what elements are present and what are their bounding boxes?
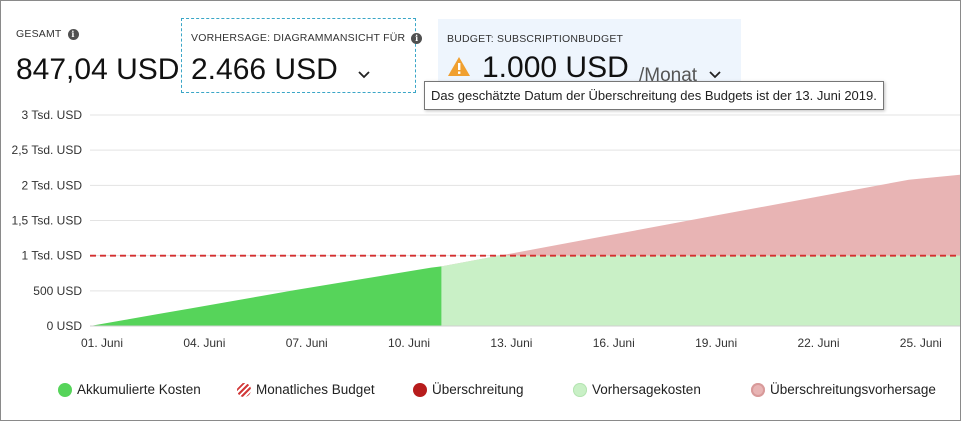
info-icon[interactable]: i — [67, 28, 79, 40]
forecast-kpi-card[interactable]: VORHERSAGE: DIAGRAMMANSICHT FÜR i 2.466 … — [181, 18, 423, 93]
x-tick-label: 25. Juni — [900, 336, 942, 350]
y-tick-label: 1,5 Tsd. USD — [12, 214, 83, 228]
legend-label: Überschreitung — [432, 382, 524, 397]
forecast-kpi-label: VORHERSAGE: DIAGRAMMANSICHT FÜR i — [191, 32, 423, 44]
budget-kpi-label: BUDGET: SUBSCRIPTIONBUDGET — [447, 33, 623, 45]
legend-label: Akkumulierte Kosten — [77, 382, 201, 397]
budget-label-text: BUDGET: SUBSCRIPTIONBUDGET — [447, 33, 624, 45]
legend-label: Vorhersagekosten — [592, 382, 701, 397]
y-tick-label: 0 USD — [47, 319, 83, 333]
legend-item-overage-forecast[interactable]: Überschreitungsvorhersage — [751, 382, 936, 397]
legend-item-accumulated-costs[interactable]: Akkumulierte Kosten — [58, 382, 201, 397]
cost-forecast-chart: 0 USD 500 USD 1 Tsd. USD 1,5 Tsd. USD 2 Tsd.… — [12, 108, 960, 350]
x-tick-label: 04. Juni — [183, 336, 225, 350]
cost-analysis-panel: GESAMT i 847,04 USD VORHERSAGE: DIAGRAMM… — [0, 0, 961, 421]
total-kpi-label: GESAMT i — [16, 28, 79, 40]
x-tick-label: 01. Juni — [81, 336, 123, 350]
legend-swatch-accumulated — [58, 382, 72, 397]
warning-icon — [448, 57, 470, 76]
total-kpi-value: 847,04 USD — [16, 53, 180, 86]
x-tick-label: 10. Juni — [388, 336, 430, 350]
y-tick-label: 2,5 Tsd. USD — [12, 143, 83, 157]
total-label-text: GESAMT — [16, 28, 62, 40]
x-tick-label: 19. Juni — [695, 336, 737, 350]
y-tick-label: 500 USD — [33, 284, 82, 298]
y-tick-label: 3 Tsd. USD — [22, 108, 83, 122]
forecast-label-text: VORHERSAGE: DIAGRAMMANSICHT FÜR — [191, 32, 406, 44]
legend-swatch-budget — [237, 382, 251, 397]
legend-item-monthly-budget[interactable]: Monatliches Budget — [237, 382, 375, 397]
forecast-costs-area — [441, 255, 960, 326]
legend-swatch-overage — [413, 382, 427, 397]
legend-label: Monatliches Budget — [256, 382, 375, 397]
legend-label: Überschreitungsvorhersage — [770, 382, 936, 397]
chevron-down-icon[interactable] — [708, 70, 722, 80]
accumulated-costs-area — [90, 266, 442, 326]
legend-swatch-overage-forecast — [751, 382, 765, 397]
x-tick-label: 13. Juni — [490, 336, 532, 350]
budget-kpi-card[interactable]: BUDGET: SUBSCRIPTIONBUDGET 1.000 USD /Mo… — [438, 19, 741, 89]
budget-kpi-value: 1.000 USD — [482, 51, 629, 84]
legend-swatch-forecast — [573, 382, 587, 397]
info-icon[interactable]: i — [411, 32, 423, 44]
y-tick-label: 2 Tsd. USD — [22, 178, 83, 192]
x-tick-label: 07. Juni — [286, 336, 328, 350]
x-tick-label: 16. Juni — [593, 336, 635, 350]
x-tick-label: 22. Juni — [797, 336, 839, 350]
forecast-kpi-value: 2.466 USD — [191, 53, 338, 86]
budget-overrun-tooltip: Das geschätzte Datum der Überschreitung … — [424, 81, 884, 110]
legend-item-forecast-costs[interactable]: Vorhersagekosten — [573, 382, 701, 397]
legend-item-overage[interactable]: Überschreitung — [413, 382, 524, 397]
y-tick-label: 1 Tsd. USD — [22, 249, 83, 263]
chart-legend: Akkumulierte Kosten Monatliches Budget Ü… — [1, 382, 960, 402]
chevron-down-icon[interactable] — [357, 70, 371, 80]
